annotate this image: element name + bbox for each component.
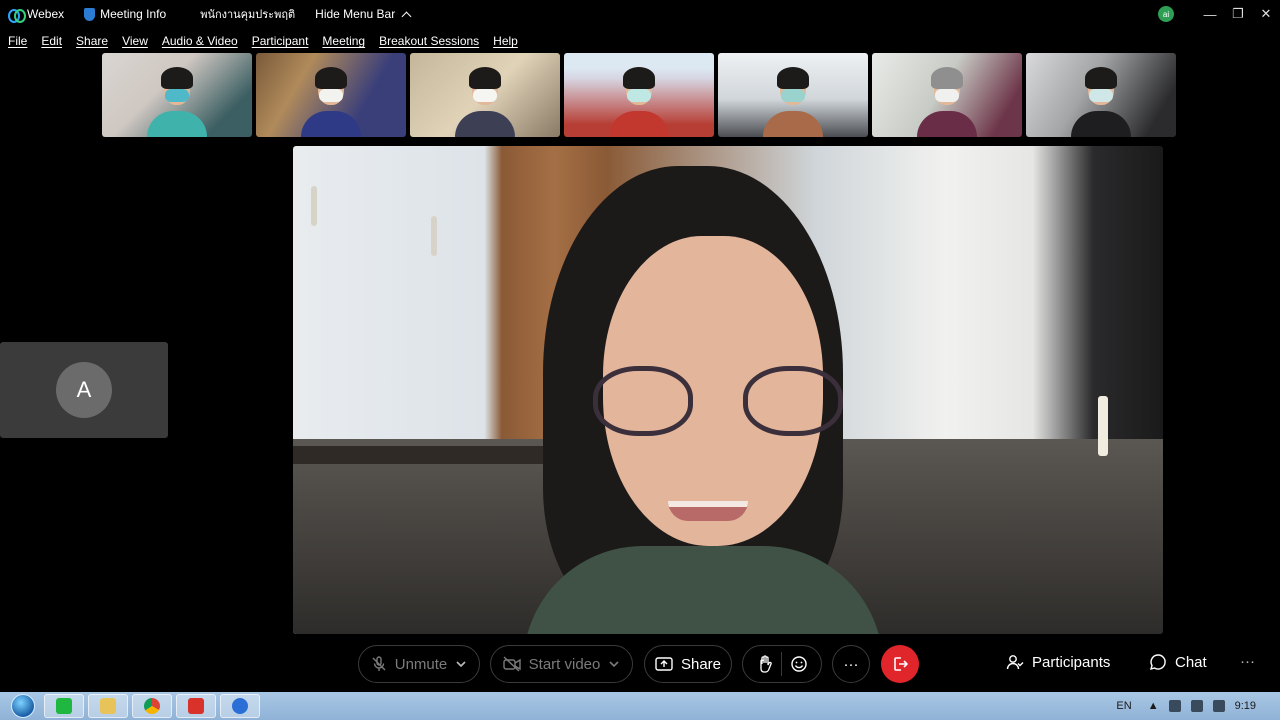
- self-initial: A: [76, 377, 92, 402]
- participant-figure: [455, 67, 515, 137]
- participant-figure: [147, 67, 207, 137]
- taskbar-explorer[interactable]: [88, 694, 128, 718]
- self-avatar: A: [56, 362, 112, 418]
- unmute-label: Unmute: [394, 655, 448, 673]
- meeting-name: พนักงานคุมประพฤติ: [200, 9, 296, 21]
- participant-thumbnail[interactable]: [1026, 53, 1176, 137]
- reactions-icon[interactable]: [790, 655, 808, 673]
- volume-icon[interactable]: [1212, 700, 1225, 712]
- start-button[interactable]: [6, 692, 40, 720]
- menu-audio-video[interactable]: Audio & Video: [162, 34, 238, 48]
- video-background-lamp: [1098, 396, 1108, 456]
- menu-edit[interactable]: Edit: [41, 34, 62, 48]
- network-icon[interactable]: [1190, 700, 1203, 712]
- leave-meeting-button[interactable]: [881, 645, 919, 683]
- flag-icon[interactable]: [1168, 700, 1181, 712]
- more-icon: ···: [843, 655, 859, 673]
- video-background-lamp: [311, 186, 317, 226]
- menu-bar: File Edit Share View Audio & Video Parti…: [0, 30, 1280, 52]
- menu-breakout-sessions[interactable]: Breakout Sessions: [379, 34, 479, 48]
- minimize-icon[interactable]: —: [1196, 0, 1224, 28]
- system-tray: EN ▲ 9:19: [1116, 692, 1280, 720]
- restore-icon[interactable]: ❐: [1224, 0, 1252, 28]
- raise-hand-icon[interactable]: [757, 655, 773, 673]
- hide-menu-bar-button[interactable]: Hide Menu Bar: [315, 7, 412, 21]
- share-button[interactable]: Share: [644, 645, 732, 683]
- windows-taskbar: EN ▲ 9:19: [0, 692, 1280, 720]
- unmute-button[interactable]: Unmute: [358, 645, 480, 683]
- user-initial: ai: [1162, 9, 1170, 19]
- app-name: Webex: [27, 7, 65, 21]
- participant-filmstrip: [102, 53, 1176, 137]
- participant-thumbnail[interactable]: [872, 53, 1022, 137]
- mic-muted-icon: [371, 656, 387, 672]
- meeting-info-label: Meeting Info: [100, 7, 167, 21]
- panel-more-button[interactable]: ···: [1240, 653, 1255, 670]
- participant-thumbnail[interactable]: [410, 53, 560, 137]
- participant-figure: [763, 67, 823, 137]
- participant-figure: [301, 67, 361, 137]
- participants-button[interactable]: Participants: [1006, 653, 1110, 671]
- chevron-down-icon[interactable]: [455, 658, 467, 670]
- menu-file[interactable]: File: [8, 34, 27, 48]
- share-label: Share: [680, 655, 722, 673]
- tray-expand-icon[interactable]: ▲: [1148, 700, 1159, 712]
- webex-icon: [232, 698, 248, 714]
- chrome-icon: [144, 698, 160, 714]
- chat-button[interactable]: Chat: [1149, 653, 1207, 671]
- chevron-up-icon: [401, 11, 412, 21]
- folder-icon: [100, 698, 116, 714]
- shield-icon: [84, 7, 96, 21]
- title-bar: Webex Meeting Info พนักงานคุมประพฤติ Hid…: [0, 0, 1280, 28]
- menu-share[interactable]: Share: [76, 34, 108, 48]
- chat-icon: [1149, 653, 1167, 671]
- participants-label: Participants: [1032, 653, 1111, 671]
- close-icon[interactable]: ✕: [1252, 0, 1280, 28]
- meeting-info-button[interactable]: Meeting Info: [84, 7, 166, 21]
- participant-thumbnail[interactable]: [718, 53, 868, 137]
- participant-thumbnail[interactable]: [564, 53, 714, 137]
- menu-meeting[interactable]: Meeting: [322, 34, 365, 48]
- participant-figure: [1071, 67, 1131, 137]
- participant-figure: [917, 67, 977, 137]
- start-video-button[interactable]: Start video: [490, 645, 633, 683]
- line-app-icon: [56, 698, 72, 714]
- chat-label: Chat: [1175, 653, 1207, 671]
- active-speaker-video[interactable]: [293, 146, 1163, 634]
- speaker-figure: [463, 166, 903, 634]
- taskbar-recorder[interactable]: [176, 694, 216, 718]
- user-avatar[interactable]: ai: [1158, 6, 1174, 22]
- menu-help[interactable]: Help: [493, 34, 518, 48]
- participant-thumbnail[interactable]: [102, 53, 252, 137]
- window-controls: ai — ❐ ✕: [1158, 0, 1280, 28]
- taskbar-line-app[interactable]: [44, 694, 84, 718]
- divider: [780, 652, 782, 676]
- menu-view[interactable]: View: [122, 34, 148, 48]
- app-title[interactable]: Webex: [8, 7, 65, 23]
- leave-icon: [892, 656, 908, 672]
- hide-menu-bar-label: Hide Menu Bar: [315, 7, 396, 21]
- taskbar-webex[interactable]: [220, 694, 260, 718]
- taskbar-chrome[interactable]: [132, 694, 172, 718]
- chevron-down-icon[interactable]: [608, 658, 620, 670]
- windows-logo-icon: [11, 694, 35, 718]
- video-off-icon: [502, 656, 521, 672]
- reactions-group: [742, 645, 822, 683]
- ellipsis-icon: ···: [1240, 653, 1255, 670]
- language-indicator[interactable]: EN: [1116, 700, 1131, 712]
- clock[interactable]: 9:19: [1235, 700, 1256, 712]
- more-options-button[interactable]: ···: [832, 645, 870, 683]
- video-background-lamp: [431, 216, 437, 256]
- webex-logo-icon: [8, 9, 26, 23]
- start-video-label: Start video: [528, 655, 601, 673]
- self-view-tile[interactable]: A: [0, 342, 168, 438]
- meeting-controls: Unmute Start video Share ··· Participant…: [0, 636, 1280, 692]
- menu-participant[interactable]: Participant: [252, 34, 309, 48]
- participant-thumbnail[interactable]: [256, 53, 406, 137]
- participant-figure: [609, 67, 669, 137]
- share-screen-icon: [655, 656, 673, 672]
- participants-icon: [1006, 653, 1024, 671]
- recorder-icon: [188, 698, 204, 714]
